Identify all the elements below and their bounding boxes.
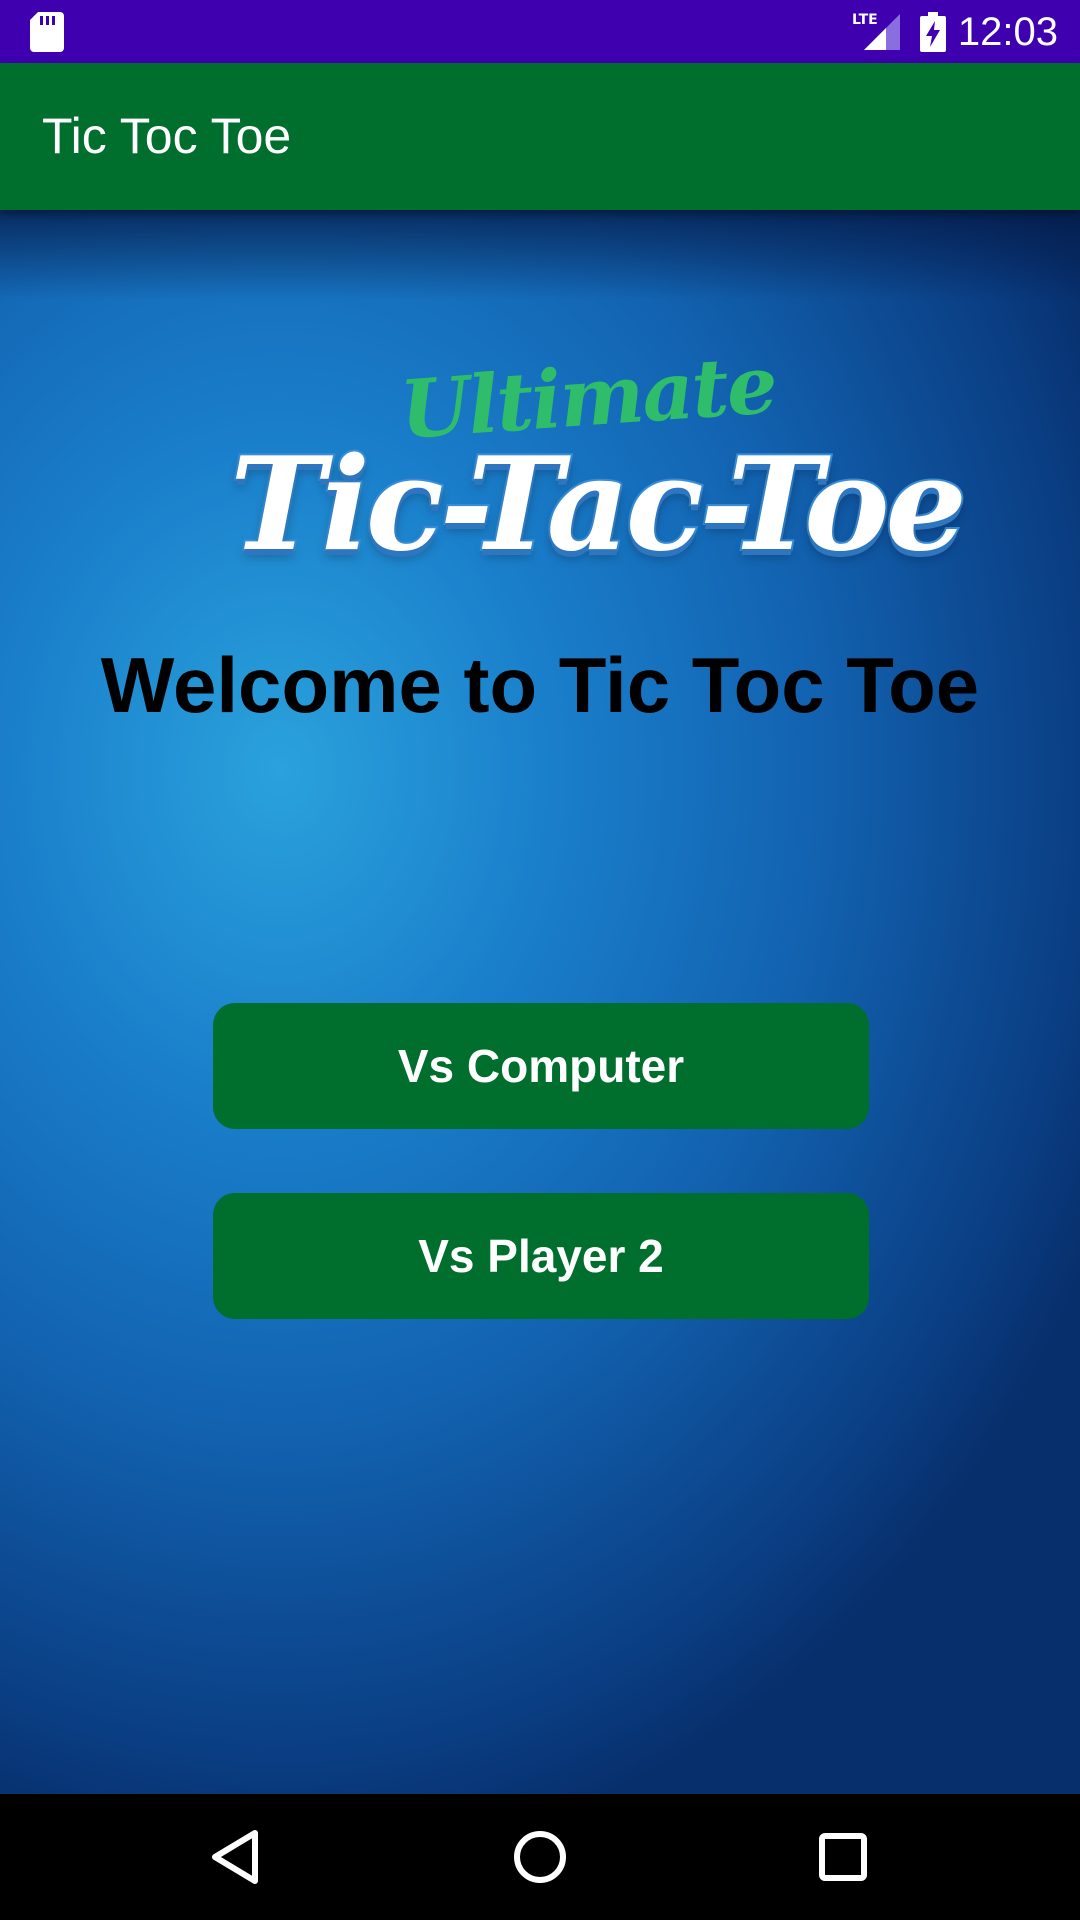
welcome-heading: Welcome to Tic Toc Toe (100, 641, 980, 729)
navigation-bar (0, 1794, 1080, 1920)
lte-signal-icon: LTE (852, 12, 900, 50)
lte-label: LTE (852, 12, 878, 28)
main-content: Ultimate Tic-Tac-Toe Welcome to Tic Toc … (0, 210, 1080, 1794)
home-icon[interactable] (500, 1817, 580, 1897)
vs-computer-button[interactable]: Vs Computer (213, 1003, 869, 1129)
status-clock: 12:03 (957, 10, 1058, 54)
app-bar: Tic Toc Toe (0, 63, 1080, 210)
vs-player2-button[interactable]: Vs Player 2 (213, 1193, 869, 1319)
screen: LTE 12:03 Tic Toc Toe Ultimate Tic-Tac-T… (0, 0, 1080, 1920)
recents-icon[interactable] (803, 1817, 883, 1897)
battery-charging-icon (920, 12, 946, 52)
logo-title-text: Tic-Tac-Toe (228, 428, 969, 582)
back-icon[interactable] (197, 1817, 277, 1897)
top-shadow (0, 210, 1080, 300)
game-logo: Ultimate Tic-Tac-Toe (228, 337, 969, 620)
status-bar: LTE 12:03 (0, 0, 1080, 63)
sd-card-icon (30, 12, 64, 52)
app-title: Tic Toc Toe (42, 108, 292, 164)
